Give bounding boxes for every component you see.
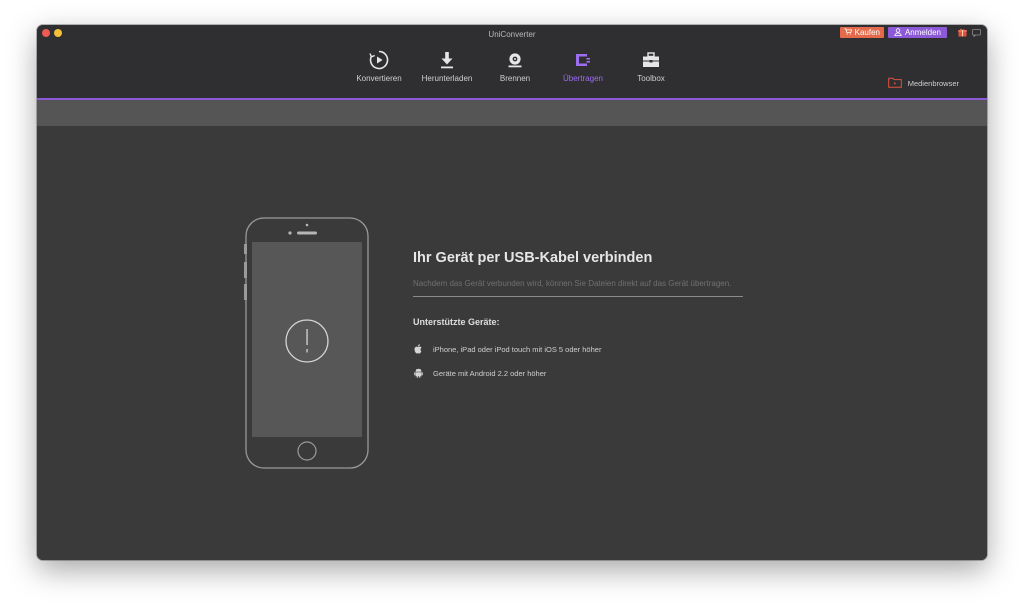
feedback-icon[interactable] — [971, 28, 981, 38]
cart-icon — [844, 28, 852, 37]
connect-info: Ihr Gerät per USB-Kabel verbinden Nachde… — [413, 250, 743, 378]
phone-illustration — [244, 216, 370, 475]
tab-toolbox[interactable]: Toolbox — [617, 49, 685, 99]
tab-herunterladen-label: Herunterladen — [421, 74, 473, 83]
user-icon — [894, 27, 902, 38]
connect-description: Nachdem das Gerät verbunden wird, können… — [413, 279, 732, 288]
tab-toolbox-label: Toolbox — [637, 74, 665, 83]
supported-devices-title: Unterstützte Geräte: — [413, 317, 500, 327]
buy-button[interactable]: Kaufen — [839, 27, 884, 38]
tab-brennen[interactable]: Brennen — [481, 49, 549, 99]
header-actions: Kaufen Anmelden — [839, 27, 981, 38]
folder-icon — [887, 77, 902, 90]
tab-uebertragen[interactable]: Übertragen — [549, 49, 617, 99]
sub-toolbar — [37, 100, 987, 126]
burn-icon — [507, 49, 523, 71]
convert-icon — [369, 49, 389, 71]
media-browser-button[interactable]: Medienbrowser — [887, 77, 959, 90]
login-button[interactable]: Anmelden — [887, 27, 947, 38]
apple-icon — [413, 344, 423, 354]
tab-konvertieren-label: Konvertieren — [356, 74, 402, 83]
divider — [413, 296, 743, 297]
download-icon — [439, 49, 455, 71]
tab-herunterladen[interactable]: Herunterladen — [413, 49, 481, 99]
app-window: UniConverter Kaufen Anmelden Konvertiere… — [37, 25, 987, 560]
tab-uebertragen-label: Übertragen — [562, 74, 604, 83]
android-icon — [413, 368, 423, 378]
gift-icon[interactable] — [957, 28, 967, 38]
buy-button-label: Kaufen — [854, 28, 880, 37]
title-bar: UniConverter Kaufen Anmelden Konvertiere… — [37, 25, 987, 99]
tab-brennen-label: Brennen — [499, 74, 531, 83]
connect-heading: Ihr Gerät per USB-Kabel verbinden — [413, 250, 653, 266]
media-browser-label: Medienbrowser — [907, 79, 959, 88]
main-tabs: Konvertieren Herunterladen Brennen Übert… — [345, 49, 685, 99]
main-content: Ihr Gerät per USB-Kabel verbinden Nachde… — [37, 126, 987, 560]
requirement-android-text: Geräte mit Android 2.2 oder höher — [433, 368, 547, 378]
transfer-icon — [574, 49, 592, 71]
tab-konvertieren[interactable]: Konvertieren — [345, 49, 413, 99]
login-button-label: Anmelden — [904, 28, 941, 37]
requirement-android: Geräte mit Android 2.2 oder höher — [413, 368, 743, 378]
requirement-ios-text: iPhone, iPad oder iPod touch mit iOS 5 o… — [433, 344, 602, 354]
requirement-ios: iPhone, iPad oder iPod touch mit iOS 5 o… — [413, 344, 743, 354]
toolbox-icon — [642, 49, 660, 71]
